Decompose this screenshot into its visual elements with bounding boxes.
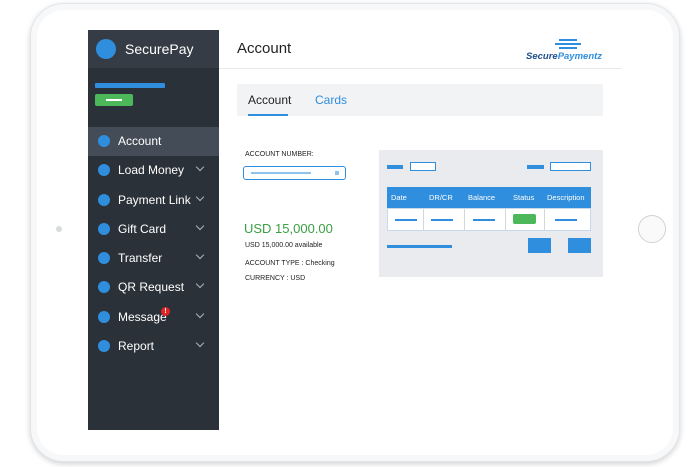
sidebar-item-label: Message — [118, 309, 167, 324]
account-currency: CURRENCY : USD — [245, 275, 306, 282]
transactions-panel: Date DR/CR Balance Status Description — [379, 150, 603, 277]
page-header: Account SecurePaymentz — [219, 30, 622, 69]
filter-label-placeholder — [387, 165, 403, 169]
cell-placeholder — [395, 219, 417, 221]
account-type: ACCOUNT TYPE : Checking — [245, 260, 335, 267]
svg-text:SecurePaymentz: SecurePaymentz — [526, 51, 602, 62]
column-header: Date — [391, 193, 407, 202]
profile-action-button[interactable] — [95, 94, 133, 106]
available-balance: USD 15,000.00 available — [245, 242, 323, 249]
chevron-down-icon — [195, 221, 205, 231]
table-row[interactable] — [387, 208, 591, 231]
sidebar: SecurePay Account Load Money Payment Lin… — [88, 30, 219, 430]
sidebar-item-label: QR Request — [118, 280, 185, 295]
sidebar-item-label: Payment Link — [118, 192, 191, 207]
report-icon — [98, 340, 110, 353]
column-header: Status — [513, 193, 535, 202]
securepaymentz-logo: SecurePaymentz — [526, 39, 602, 62]
next-page-button[interactable] — [568, 238, 591, 253]
sidebar-item-label: Report — [118, 339, 155, 354]
sidebar-item-account[interactable]: Account — [88, 127, 219, 157]
logo-text-paymentz: Paymentz — [558, 51, 603, 62]
previous-page-button[interactable] — [528, 238, 551, 253]
sidebar-item-label: Gift Card — [118, 221, 167, 236]
camera-icon — [56, 226, 62, 232]
cell-placeholder — [555, 219, 577, 221]
chevron-down-icon — [195, 309, 205, 319]
sidebar-nav: Account Load Money Payment Link Gift Car… — [88, 127, 219, 361]
tab-cards[interactable]: Cards — [315, 93, 347, 107]
column-header: Description — [547, 193, 585, 202]
chevron-down-icon — [195, 280, 205, 289]
input-placeholder-line — [251, 172, 311, 174]
button-placeholder-line — [106, 99, 122, 101]
sidebar-item-load-money[interactable]: Load Money — [88, 156, 219, 185]
status-badge — [513, 214, 536, 224]
sidebar-item-label: Account — [118, 134, 162, 148]
tab-bar: Account Cards — [237, 84, 603, 116]
chevron-down-icon — [195, 338, 205, 348]
tab-account[interactable]: Account — [248, 93, 291, 107]
column-divider — [505, 209, 506, 230]
chevron-down-icon — [195, 163, 205, 172]
sidebar-item-label: Transfer — [118, 251, 163, 266]
app-screen: SecurePay Account Load Money Payment Lin… — [88, 30, 622, 430]
brand-name: SecurePay — [125, 41, 194, 57]
sidebar-item-qr-request[interactable]: QR Request — [88, 273, 219, 302]
column-divider — [544, 209, 545, 230]
account-number-input[interactable] — [243, 166, 346, 180]
sidebar-item-report[interactable]: Report — [88, 332, 219, 361]
search-input[interactable] — [550, 162, 591, 171]
search-label-placeholder — [527, 165, 544, 169]
chevron-down-icon — [195, 250, 205, 260]
column-divider — [423, 209, 424, 230]
account-number-label: ACCOUNT NUMBER: — [245, 151, 314, 158]
logo-text-secure: Secure — [526, 51, 558, 62]
home-button[interactable] — [638, 215, 666, 243]
gift-card-icon — [98, 222, 110, 235]
cell-placeholder — [431, 219, 453, 221]
page-title: Account — [237, 40, 292, 57]
active-tab-indicator — [248, 114, 288, 116]
payment-link-icon — [98, 193, 110, 206]
qr-request-icon — [98, 281, 110, 294]
account-balance: USD 15,000.00 — [244, 221, 333, 236]
sidebar-item-message[interactable]: Message ! — [88, 303, 219, 332]
load-money-icon — [98, 164, 110, 177]
pagination-info-placeholder — [387, 245, 452, 248]
column-divider — [464, 209, 465, 230]
table-header: Date DR/CR Balance Status Description — [387, 187, 591, 208]
profile-placeholder-bar — [95, 83, 165, 88]
sidebar-item-payment-link[interactable]: Payment Link — [88, 186, 219, 215]
transfer-icon — [98, 252, 110, 265]
brand-bar: SecurePay — [88, 30, 219, 68]
column-header: Balance — [468, 193, 496, 202]
sidebar-item-transfer[interactable]: Transfer — [88, 244, 219, 273]
account-icon — [98, 135, 110, 147]
column-header: DR/CR — [429, 193, 453, 202]
sidebar-item-gift-card[interactable]: Gift Card — [88, 215, 219, 244]
notification-badge: ! — [161, 306, 170, 316]
input-dropdown-icon — [335, 171, 339, 175]
chevron-down-icon — [195, 192, 205, 201]
message-icon — [98, 310, 110, 323]
cell-placeholder — [473, 219, 495, 221]
filter-input[interactable] — [410, 162, 436, 171]
brand-logo-icon — [96, 39, 116, 59]
sidebar-item-label: Load Money — [118, 163, 185, 178]
